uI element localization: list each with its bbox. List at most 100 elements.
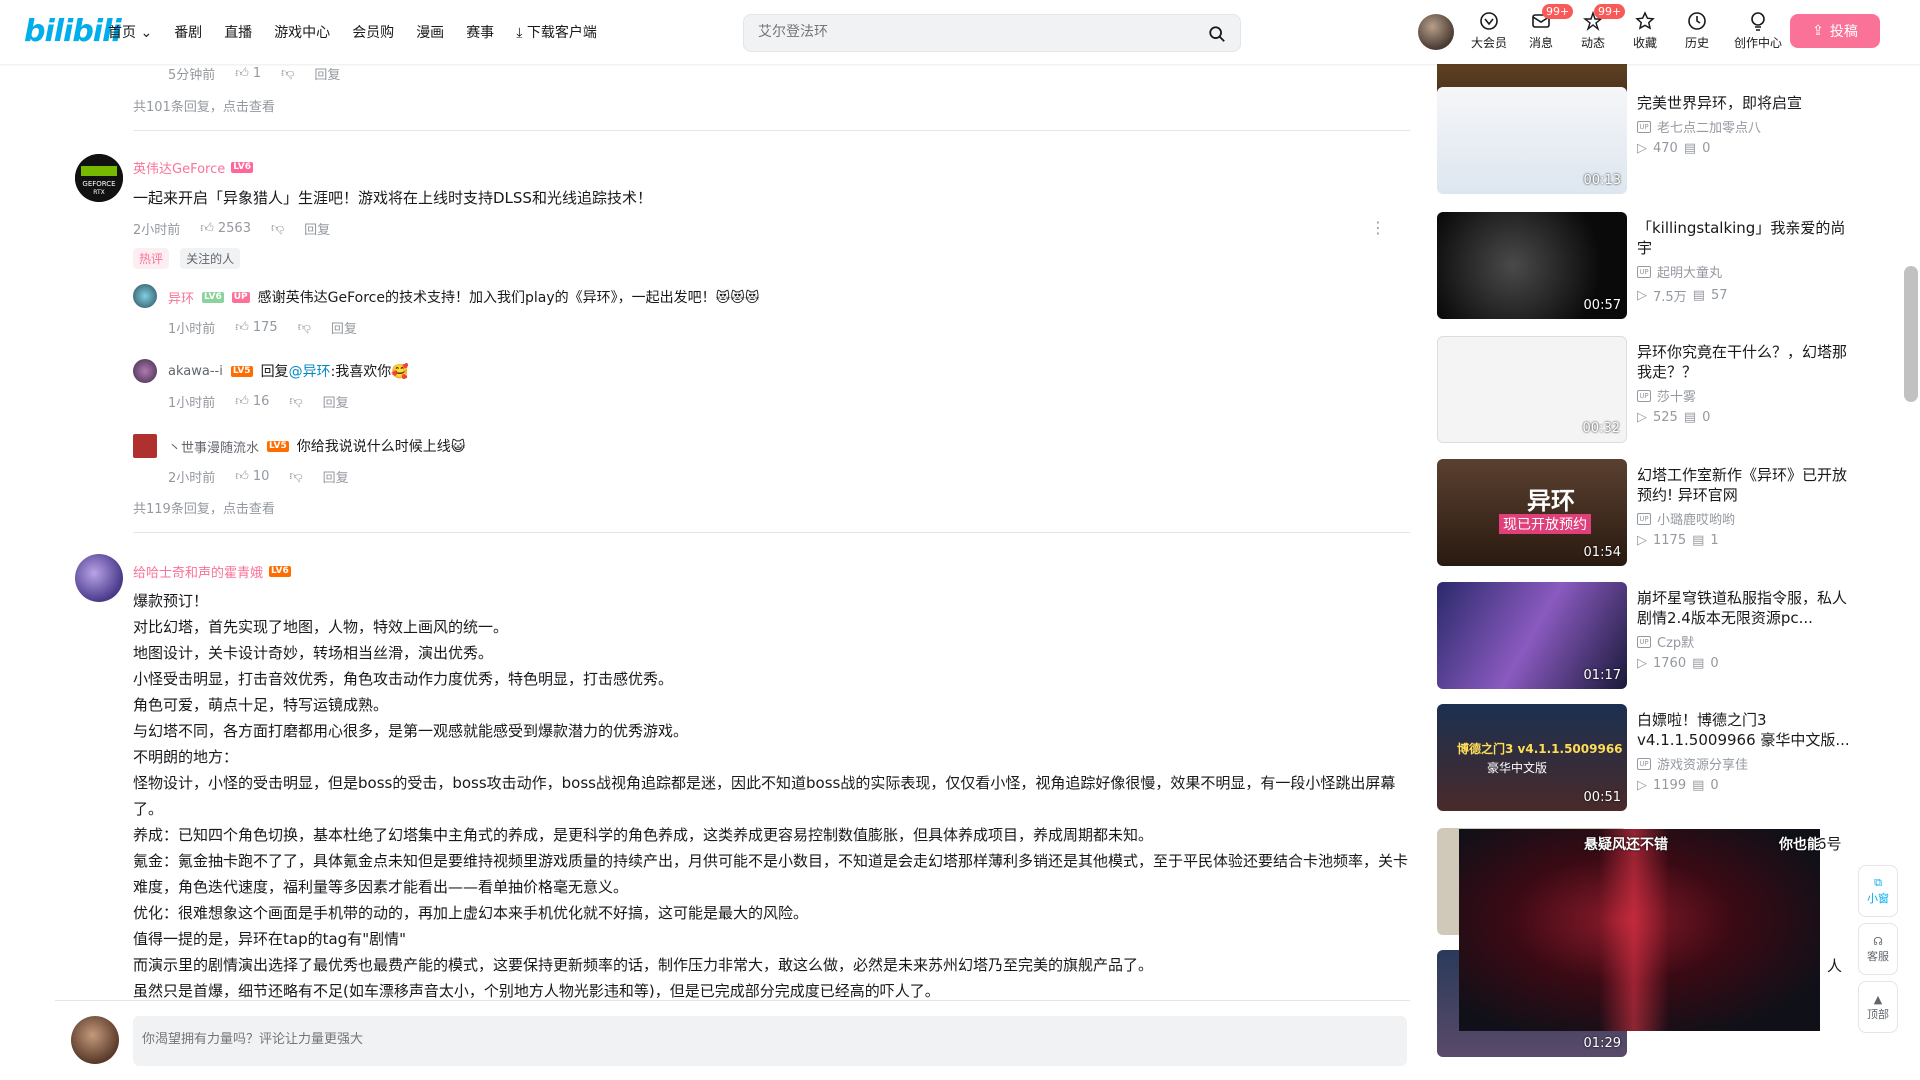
user-avatar[interactable]	[1418, 14, 1454, 50]
video-card[interactable]: 00:57 「killingstalking」我亲爱的尚宇 UP 起明大童丸 ▷ 7…	[1437, 212, 1857, 320]
video-thumbnail[interactable]: 01:17	[1437, 582, 1627, 689]
danmaku-icon: ▤	[1692, 778, 1705, 793]
search-input[interactable]	[758, 24, 1178, 40]
reply-username[interactable]: akawa--i	[168, 364, 223, 379]
reply-button[interactable]: 回复	[304, 219, 330, 238]
like-button[interactable]: 👍︎ 1	[235, 66, 261, 81]
like-button[interactable]: 👍︎ 2563	[200, 221, 251, 236]
comment-avatar[interactable]	[75, 554, 123, 602]
back-to-top-button[interactable]: ▲ 顶部	[1858, 981, 1898, 1033]
video-thumbnail[interactable]: 00:13	[1437, 87, 1627, 194]
video-uploader[interactable]: UP 老七点二加零点八	[1637, 117, 1761, 136]
nav-esports[interactable]: 赛事	[466, 22, 494, 42]
video-duration: 01:17	[1583, 668, 1621, 683]
nav-manga[interactable]: 漫画	[416, 22, 444, 42]
dislike-button[interactable]: 👎︎	[289, 469, 302, 484]
level-badge: LV6	[269, 566, 291, 577]
reply-time: 5分钟前	[168, 68, 216, 83]
like-button[interactable]: 👍︎ 16	[235, 394, 269, 409]
like-button[interactable]: 👍︎ 10	[235, 469, 269, 484]
reply-meta: 2小时前 👍︎ 10 👎︎ 回复	[168, 467, 349, 486]
video-thumbnail[interactable]: 00:32	[1437, 336, 1627, 443]
video-uploader[interactable]: UP 小璐鹿哎哟哟	[1637, 509, 1735, 528]
header-favorites[interactable]: 收藏	[1626, 10, 1664, 51]
nav-mall[interactable]: 会员购	[352, 22, 394, 42]
video-title[interactable]: 6号	[1817, 834, 1857, 854]
danmaku-icon: ▤	[1683, 141, 1697, 156]
video-uploader[interactable]: UP 莎十雾	[1637, 386, 1696, 405]
dislike-button[interactable]: 👎︎	[281, 66, 294, 81]
video-thumbnail[interactable]: 00:57	[1437, 212, 1627, 319]
reply-username[interactable]: 丶世事漫随流水	[168, 437, 259, 456]
video-uploader[interactable]: UP Czp默	[1637, 632, 1694, 651]
video-title[interactable]: 崩坏星穹铁道私服指令服，私人剧情2.4版本无限资源pc...	[1637, 588, 1852, 628]
nav-download-client[interactable]: ⤓ 下载客户端	[516, 22, 597, 42]
header-messages[interactable]: 99+ 消息	[1522, 4, 1574, 51]
reply-avatar[interactable]	[133, 284, 157, 308]
divider	[133, 130, 1410, 131]
video-title[interactable]: 异环你究竟在干什么？，幻塔那我走？？	[1637, 342, 1852, 382]
video-duration: 00:32	[1582, 421, 1620, 436]
header-icons: 大会员 99+ 消息 99+ 动态 收藏 历史 创作中心	[1470, 4, 1786, 51]
video-title[interactable]: 白嫖啦！博德之门3 v4.1.1.5009966 豪华中文版...	[1637, 710, 1852, 750]
comment-input[interactable]	[142, 1032, 742, 1047]
video-card[interactable]: 00:13 完美世界异环，即将启宣 UP 老七点二加零点八 ▷ 470 ▤ 0	[1437, 87, 1857, 195]
mention-link[interactable]: @异环	[289, 361, 331, 381]
dislike-button[interactable]: 👎︎	[289, 394, 302, 409]
upload-button[interactable]: ⇪ 投稿	[1790, 14, 1880, 48]
video-title[interactable]: 完美世界异环，即将启宣	[1637, 93, 1852, 113]
comment-avatar[interactable]: GEFORCE RTX	[75, 154, 123, 202]
reply-button[interactable]: 回复	[331, 318, 357, 337]
video-card[interactable]: 00:32 异环你究竟在干什么？，幻塔那我走？？ UP 莎十雾 ▷ 525 ▤ 0	[1437, 336, 1857, 444]
nav-live[interactable]: 直播	[224, 22, 252, 42]
video-thumbnail[interactable]: 异环 现已开放预约 01:54	[1437, 459, 1627, 566]
reply-avatar[interactable]	[133, 359, 157, 383]
video-title[interactable]: 「killingstalking」我亲爱的尚宇	[1637, 218, 1852, 258]
view-more-replies[interactable]: 共119条回复，点击查看	[133, 498, 275, 517]
reply-username[interactable]: 异环	[168, 288, 194, 307]
header-creator[interactable]: 创作中心	[1730, 10, 1786, 51]
comment-line: 不明朗的地方：	[133, 748, 239, 766]
more-options-icon[interactable]: ⋮	[1370, 218, 1386, 237]
video-uploader[interactable]: UP 起明大童丸	[1637, 262, 1722, 281]
header-dynamic[interactable]: 99+ 动态	[1574, 4, 1626, 51]
mini-window-icon: ⧉	[1874, 876, 1882, 889]
bilibili-logo[interactable]: bilibili	[24, 14, 122, 49]
video-title[interactable]: 幻塔工作室新作《异环》已开放预约! 异环官网	[1637, 465, 1852, 505]
like-button[interactable]: 👍︎ 175	[235, 320, 277, 335]
view-more-replies[interactable]: 共101条回复，点击查看	[133, 96, 275, 115]
danmaku-icon: ▤	[1692, 288, 1705, 303]
header-history[interactable]: 历史	[1678, 10, 1716, 51]
prev-reply-meta: 5分钟前 👍︎ 1 👎︎ 回复	[168, 64, 340, 83]
reply-button[interactable]: 回复	[314, 64, 340, 83]
level-badge: LV6	[231, 162, 253, 173]
video-card[interactable]: 异环 现已开放预约 01:54 幻塔工作室新作《异环》已开放预约! 异环官网 U…	[1437, 459, 1857, 567]
thumb-up-icon: 👍︎	[235, 66, 249, 81]
reply-button[interactable]: 回复	[323, 467, 349, 486]
reply-button[interactable]: 回复	[323, 392, 349, 411]
mini-window-button[interactable]: ⧉ 小窗	[1858, 865, 1898, 917]
play-icon: ▷	[1637, 778, 1647, 793]
video-card[interactable]: 01:17 崩坏星穹铁道私服指令服，私人剧情2.4版本无限资源pc... UP C…	[1437, 582, 1857, 690]
customer-service-button[interactable]: ☊ 客服	[1858, 923, 1898, 975]
video-card[interactable]: 博德之门3 v4.1.1.5009966 豪华中文版 00:51 白嫖啦！博德之…	[1437, 704, 1857, 812]
comment-username[interactable]: 给哈士奇和声的霍青娥 LV6	[133, 562, 291, 581]
video-uploader[interactable]: UP 游戏资源分享佳	[1637, 754, 1748, 773]
video-stats: ▷ 1760 ▤ 0	[1637, 656, 1719, 671]
page-scrollbar[interactable]	[1904, 266, 1918, 402]
video-duration: 00:13	[1583, 173, 1621, 188]
video-title[interactable]: 人	[1827, 956, 1857, 976]
comment-username[interactable]: 英伟达GeForce LV6	[133, 158, 253, 177]
dislike-button[interactable]: 👎︎	[271, 221, 284, 236]
upload-icon: ⇪	[1812, 23, 1824, 39]
reply-avatar[interactable]	[133, 434, 157, 458]
nav-game-center[interactable]: 游戏中心	[274, 22, 330, 42]
dislike-button[interactable]: 👎︎	[298, 320, 311, 335]
header-vip[interactable]: 大会员	[1470, 10, 1508, 51]
danmaku-icon: ▤	[1683, 410, 1697, 425]
nav-anime[interactable]: 番剧	[174, 22, 202, 42]
search-icon[interactable]	[1208, 25, 1226, 43]
mini-player[interactable]: 悬疑风还不错 你也能	[1459, 829, 1820, 1031]
video-thumbnail[interactable]: 博德之门3 v4.1.1.5009966 豪华中文版 00:51	[1437, 704, 1627, 811]
nav-home[interactable]: 首页 ⌄	[108, 22, 152, 42]
